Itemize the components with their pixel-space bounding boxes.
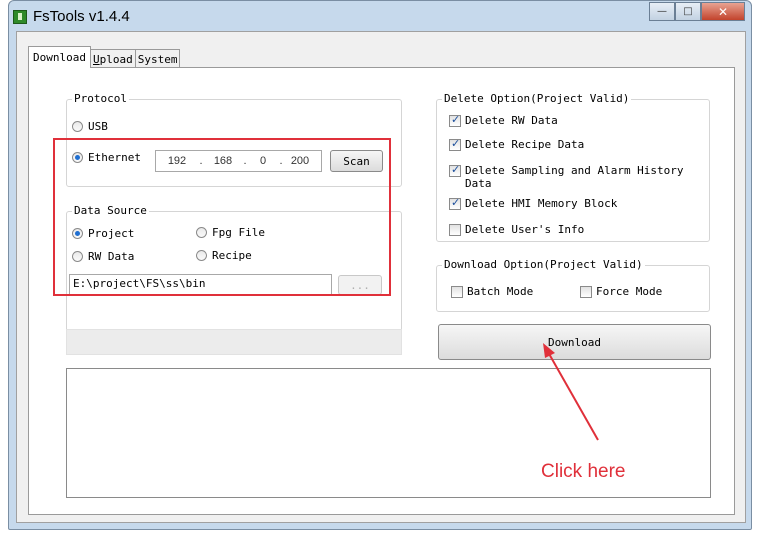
delete-recipe-data-checkbox[interactable]: Delete Recipe Data xyxy=(449,137,585,151)
download-button[interactable]: Download xyxy=(438,324,711,360)
app-window: FsTools v1.4.4 — □ ✕ Download Upload Sys… xyxy=(8,0,752,530)
delete-user-info-checkbox[interactable]: Delete User's Info xyxy=(449,223,584,236)
force-mode-label: Force Mode xyxy=(596,285,663,298)
tab-upload[interactable]: Upload xyxy=(89,49,136,68)
project-label: Project xyxy=(88,227,135,240)
client-area: Download Upload System Protocol USB Ethe… xyxy=(16,31,746,523)
tab-download[interactable]: Download xyxy=(28,46,91,68)
rw-data-radio[interactable]: RW Data xyxy=(72,250,134,263)
delete-sampling-alarm-checkbox[interactable]: Delete Sampling and Alarm History Data xyxy=(449,163,707,190)
data-source-legend: Data Source xyxy=(72,204,149,217)
usb-radio[interactable]: USB xyxy=(72,120,108,133)
usb-radio-dot[interactable] xyxy=(72,121,83,132)
delete-sampling-alarm-label: Delete Sampling and Alarm History Data xyxy=(465,164,684,190)
delete-hmi-memory-box[interactable] xyxy=(449,196,461,210)
source-path-input[interactable]: E:\project\FS\ss\bin xyxy=(69,274,332,295)
delete-user-info-label: Delete User's Info xyxy=(465,223,585,236)
title-bar[interactable]: FsTools v1.4.4 — □ ✕ xyxy=(9,1,751,31)
scan-button[interactable]: Scan xyxy=(330,150,383,172)
fpg-file-radio[interactable]: Fpg File xyxy=(196,226,265,239)
delete-hmi-memory-checkbox[interactable]: Delete HMI Memory Block xyxy=(449,196,618,210)
tab-strip: Download Upload System xyxy=(28,46,181,68)
ethernet-radio-dot[interactable] xyxy=(72,152,83,163)
recipe-radio-dot[interactable] xyxy=(196,250,207,261)
app-icon xyxy=(13,10,27,24)
force-mode-checkbox[interactable]: Force Mode xyxy=(580,285,662,298)
project-radio-dot[interactable] xyxy=(72,228,83,239)
maximize-button[interactable]: □ xyxy=(675,2,701,21)
tab-upload-label: pload xyxy=(99,53,133,66)
fpg-file-radio-dot[interactable] xyxy=(196,227,207,238)
ip-octet-4[interactable]: 200 xyxy=(284,155,316,167)
batch-mode-box[interactable] xyxy=(451,286,463,298)
ethernet-radio[interactable]: Ethernet xyxy=(72,151,141,164)
ip-address-field[interactable]: 192. 168. 0. 200 xyxy=(155,150,322,172)
ip-octet-1[interactable]: 192 xyxy=(156,155,198,167)
batch-mode-label: Batch Mode xyxy=(467,285,534,298)
protocol-legend: Protocol xyxy=(72,92,129,105)
delete-recipe-data-box[interactable] xyxy=(449,137,461,151)
rw-data-label: RW Data xyxy=(88,250,135,263)
delete-user-info-box[interactable] xyxy=(449,224,461,236)
recipe-radio[interactable]: Recipe xyxy=(196,249,252,262)
delete-rw-data-label: Delete RW Data xyxy=(465,114,558,127)
tab-download-label: Download xyxy=(33,51,86,64)
window-title: FsTools v1.4.4 xyxy=(33,8,130,25)
close-icon: ✕ xyxy=(717,4,729,19)
click-here-annotation: Click here xyxy=(541,461,626,482)
usb-label: USB xyxy=(88,120,108,133)
batch-mode-checkbox[interactable]: Batch Mode xyxy=(451,285,533,298)
delete-hmi-memory-label: Delete HMI Memory Block xyxy=(465,197,618,210)
tab-upload-accel: U xyxy=(92,53,100,66)
delete-option-legend: Delete Option(Project Valid) xyxy=(442,92,632,105)
project-radio[interactable]: Project xyxy=(72,227,134,240)
delete-rw-data-checkbox[interactable]: Delete RW Data xyxy=(449,113,558,127)
delete-recipe-data-label: Delete Recipe Data xyxy=(465,138,585,151)
maximize-icon: □ xyxy=(683,6,693,17)
download-panel: Protocol USB Ethernet 192. 168. 0. 200 S… xyxy=(28,67,735,515)
download-option-legend: Download Option(Project Valid) xyxy=(442,258,645,271)
ethernet-label: Ethernet xyxy=(88,151,141,164)
close-button[interactable]: ✕ xyxy=(701,2,745,21)
minimize-button[interactable]: — xyxy=(649,2,675,21)
force-mode-box[interactable] xyxy=(580,286,592,298)
tab-system-label: System xyxy=(137,53,178,66)
fpg-file-label: Fpg File xyxy=(212,226,265,239)
browse-button[interactable]: ... xyxy=(338,275,382,295)
download-progress-bar xyxy=(66,329,402,355)
delete-sampling-alarm-box[interactable] xyxy=(449,163,461,177)
ip-octet-3[interactable]: 0 xyxy=(248,155,278,167)
tab-system[interactable]: System xyxy=(134,49,181,68)
delete-rw-data-box[interactable] xyxy=(449,113,461,127)
protocol-group: Protocol xyxy=(66,92,402,187)
recipe-label: Recipe xyxy=(212,249,252,262)
rw-data-radio-dot[interactable] xyxy=(72,251,83,262)
minimize-icon: — xyxy=(657,6,667,17)
ip-octet-2[interactable]: 168 xyxy=(204,155,242,167)
